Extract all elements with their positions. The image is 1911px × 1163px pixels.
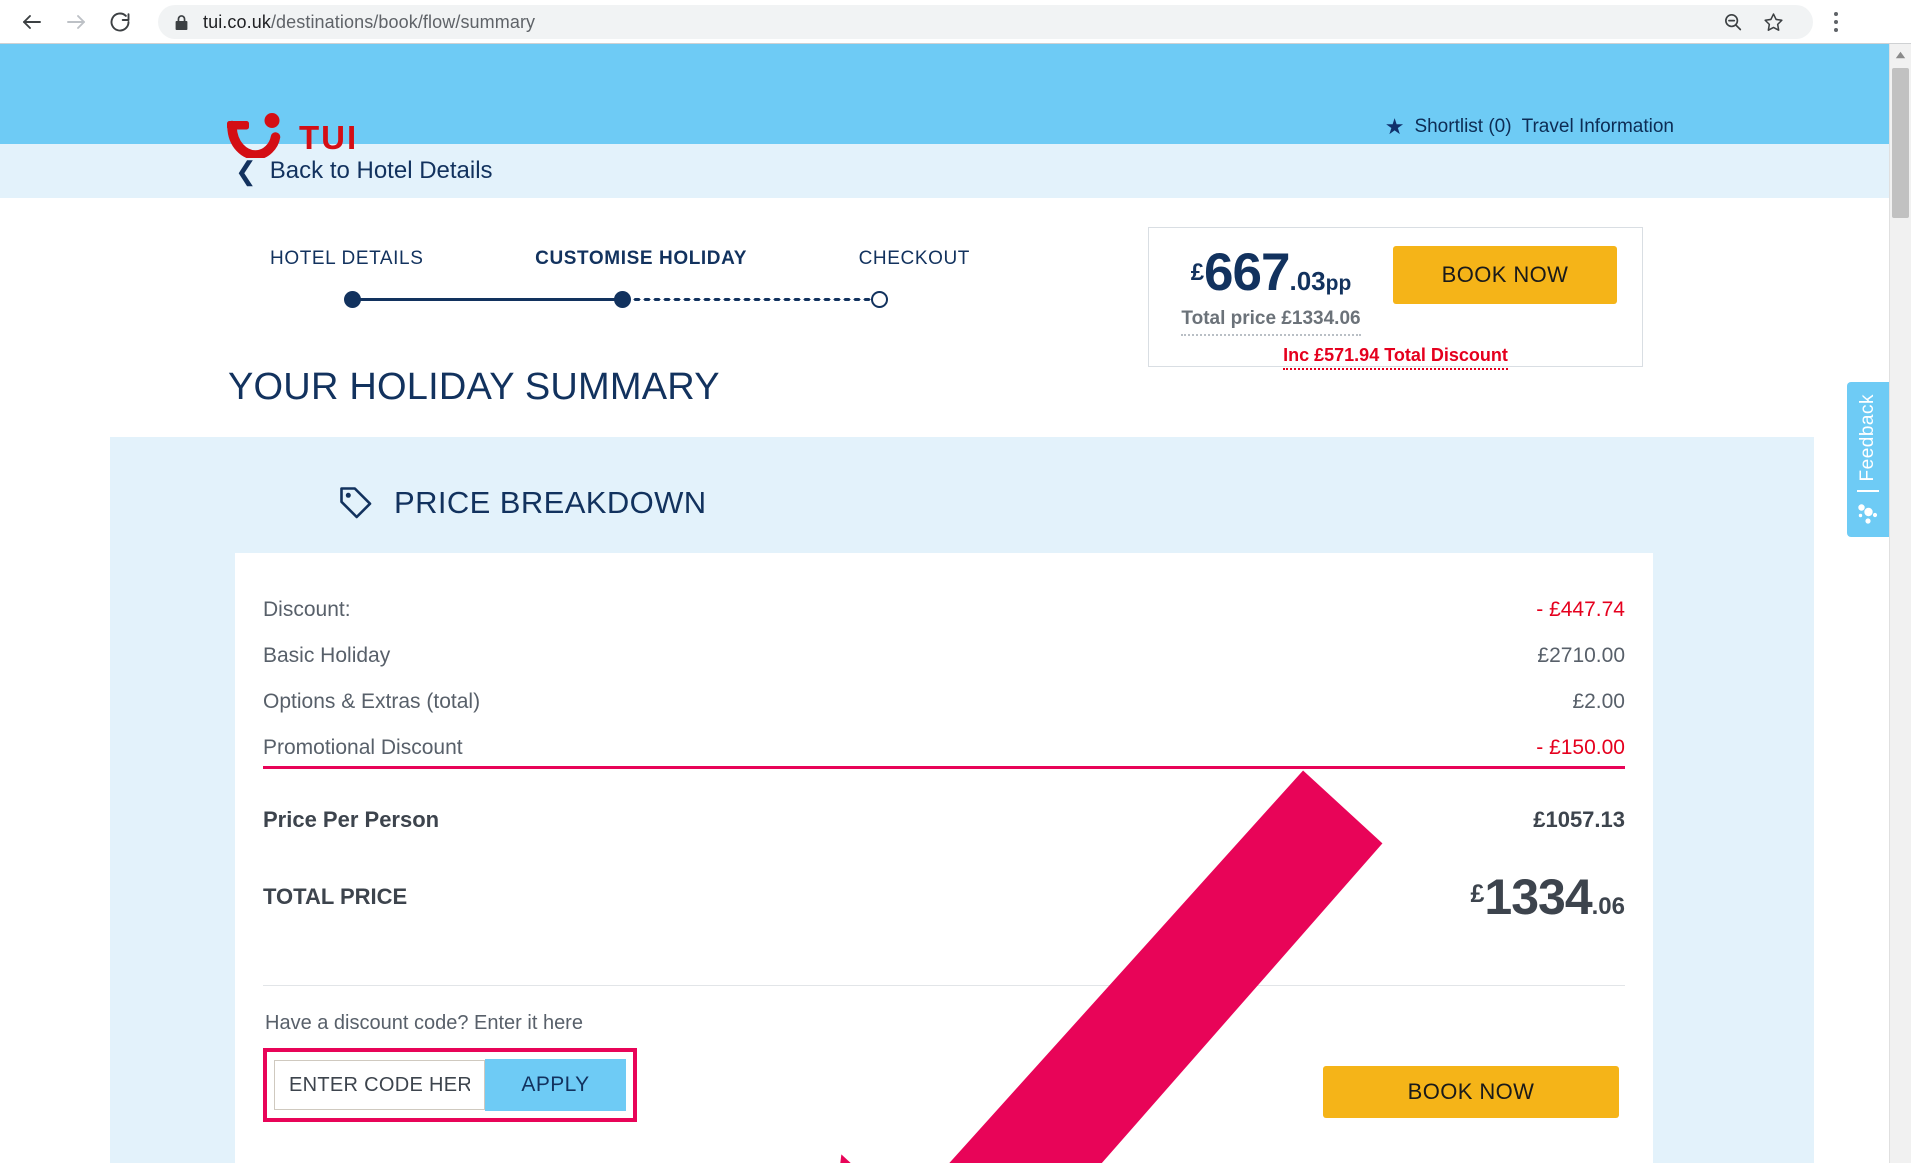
price-breakdown-panel: PRICE BREAKDOWN Discount: - £447.74 Basi…	[110, 437, 1814, 1163]
row-value: - £447.74	[1536, 598, 1625, 621]
total-currency: £	[1470, 880, 1485, 908]
price-tag-icon	[336, 483, 376, 523]
step-dot-hotel-details[interactable]	[344, 291, 361, 308]
discount-code-area: Have a discount code? Enter it here APPL…	[263, 1012, 1625, 1122]
row-value: £2.00	[1572, 690, 1625, 713]
total-price-label: TOTAL PRICE	[263, 884, 408, 909]
inc-discount-row: Inc £571.94 Total Discount	[1149, 345, 1642, 370]
table-row-promotional-discount: Promotional Discount - £150.00	[263, 731, 1625, 769]
step-label-hotel-details[interactable]: HOTEL DETAILS	[270, 248, 424, 270]
book-now-button-header[interactable]: BOOK NOW	[1393, 246, 1617, 304]
row-label: Basic Holiday	[263, 644, 391, 667]
inc-discount-label: Inc £571.94 Total Discount	[1283, 345, 1508, 370]
tui-logo[interactable]: TUI	[225, 112, 358, 158]
row-label: Discount:	[263, 598, 351, 621]
step-dot-checkout[interactable]	[871, 291, 888, 308]
omnibox-actions	[1713, 5, 1797, 39]
browser-back-button[interactable]	[10, 0, 54, 44]
page-viewport: TUI ★ Shortlist (0) Travel Information ❮…	[0, 44, 1889, 1163]
row-value: £2710.00	[1537, 644, 1625, 667]
scrollbar-thumb[interactable]	[1892, 68, 1909, 218]
progress-and-price-row: HOTEL DETAILS CUSTOMISE HOLIDAY CHECKOUT…	[0, 198, 1889, 370]
page-title: YOUR HOLIDAY SUMMARY	[228, 366, 720, 408]
feedback-label: Feedback	[1857, 394, 1878, 482]
step-labels: HOTEL DETAILS CUSTOMISE HOLIDAY CHECKOUT	[270, 248, 970, 270]
total-price-row: TOTAL PRICE £1334.06	[263, 850, 1625, 939]
shortlist-link[interactable]: Shortlist (0)	[1414, 116, 1511, 138]
price-summary-amount-block: £667.03pp Total price £1334.06	[1149, 246, 1393, 336]
price-summary-box: £667.03pp Total price £1334.06 BOOK NOW …	[1148, 227, 1643, 370]
chevron-left-icon: ❮	[235, 156, 257, 186]
step-track	[270, 287, 970, 311]
menu-dot	[1834, 28, 1838, 32]
price-rows: Discount: - £447.74 Basic Holiday £2710.…	[263, 593, 1625, 939]
total-decimals: .06	[1591, 893, 1625, 920]
tui-wordmark: TUI	[299, 119, 359, 156]
table-row: Basic Holiday £2710.00	[263, 639, 1625, 685]
discount-code-highlight: APPLY	[263, 1048, 637, 1122]
scrollbar-up-arrow-icon[interactable]	[1890, 44, 1911, 66]
price-breakdown-header: PRICE BREAKDOWN	[110, 437, 1814, 523]
total-price-subtext: Total price £1334.06	[1181, 308, 1361, 336]
table-row: Options & Extras (total) £2.00	[263, 685, 1625, 731]
price-per-person-row: Price Per Person £1057.13	[263, 787, 1625, 850]
page-scrollbar[interactable]	[1889, 44, 1911, 1163]
price-per-person-value: £1057.13	[1533, 807, 1625, 832]
step-label-customise-holiday[interactable]: CUSTOMISE HOLIDAY	[535, 248, 747, 270]
step-label-checkout[interactable]: CHECKOUT	[859, 248, 970, 270]
price-summary-top: £667.03pp Total price £1334.06 BOOK NOW	[1149, 228, 1642, 336]
zoom-out-icon[interactable]	[1713, 5, 1753, 39]
shortlist-star-icon: ★	[1384, 114, 1405, 139]
row-label: Promotional Discount	[263, 736, 463, 759]
discount-code-input[interactable]	[274, 1060, 485, 1110]
back-to-hotel-details-link[interactable]: ❮ Back to Hotel Details	[235, 157, 493, 185]
price-currency: £	[1190, 259, 1205, 286]
back-link-label: Back to Hotel Details	[269, 157, 493, 184]
site-header: TUI ★ Shortlist (0) Travel Information	[0, 44, 1889, 158]
bubbles-icon	[1855, 502, 1881, 529]
menu-dot	[1834, 12, 1838, 16]
bookmark-star-icon[interactable]	[1753, 5, 1793, 39]
price-breakdown-title: PRICE BREAKDOWN	[394, 485, 707, 520]
browser-toolbar: tui.co.uk/destinations/book/flow/summary	[0, 0, 1911, 44]
book-now-button-footer[interactable]: BOOK NOW	[1323, 1066, 1619, 1118]
tui-smile-icon	[225, 112, 287, 158]
browser-forward-button[interactable]	[54, 0, 98, 44]
lock-icon	[174, 14, 189, 31]
price-amount: 667	[1204, 243, 1290, 302]
table-row: Discount: - £447.74	[263, 593, 1625, 639]
travel-information-link[interactable]: Travel Information	[1522, 116, 1674, 138]
step-line-upcoming	[622, 297, 878, 301]
headline-price: £667.03pp	[1149, 246, 1393, 299]
url-host: tui.co.uk	[203, 11, 271, 32]
card-divider	[263, 985, 1625, 986]
url-text: tui.co.uk/destinations/book/flow/summary	[203, 12, 535, 33]
booking-progress-stepper: HOTEL DETAILS CUSTOMISE HOLIDAY CHECKOUT	[270, 248, 970, 311]
discount-code-prompt: Have a discount code? Enter it here	[265, 1012, 583, 1034]
header-links: ★ Shortlist (0) Travel Information	[1385, 116, 1674, 138]
browser-reload-button[interactable]	[98, 0, 142, 44]
url-path: /destinations/book/flow/summary	[270, 11, 536, 32]
browser-menu-button[interactable]	[1813, 0, 1859, 44]
feedback-divider	[1857, 490, 1879, 493]
step-line-complete	[352, 298, 622, 301]
price-breakdown-card: Discount: - £447.74 Basic Holiday £2710.…	[235, 553, 1653, 1163]
step-dot-customise-holiday[interactable]	[614, 291, 631, 308]
row-label: Options & Extras (total)	[263, 690, 481, 713]
address-bar[interactable]: tui.co.uk/destinations/book/flow/summary	[158, 5, 1813, 39]
menu-dot	[1834, 20, 1838, 24]
row-value: - £150.00	[1536, 736, 1625, 759]
apply-discount-button[interactable]: APPLY	[485, 1059, 626, 1111]
feedback-tab[interactable]: Feedback	[1847, 382, 1889, 537]
price-decimals: .03	[1289, 266, 1326, 296]
total-price-value: £1334.06	[1470, 872, 1625, 922]
price-per-person-suffix: pp	[1325, 272, 1352, 295]
total-amount: 1334	[1484, 869, 1592, 925]
price-per-person-label: Price Per Person	[263, 807, 440, 832]
